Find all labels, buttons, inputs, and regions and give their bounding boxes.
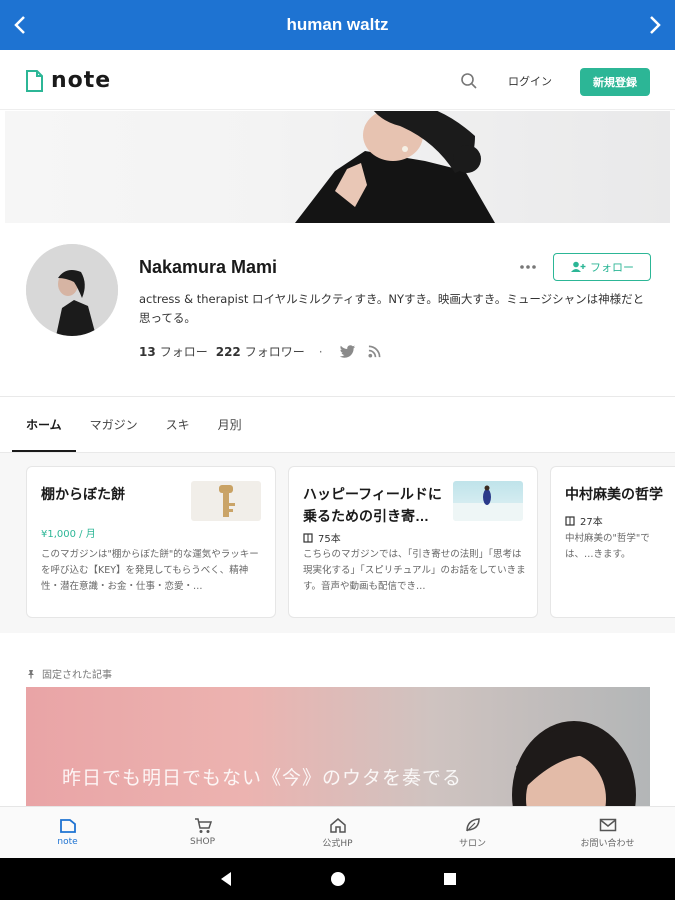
magazine-thumbnail	[191, 481, 261, 521]
system-home-button[interactable]	[282, 871, 394, 887]
tab-home[interactable]: ホーム	[12, 400, 76, 452]
leaf-icon	[465, 817, 480, 831]
back-triangle-icon	[220, 872, 231, 886]
nav-official-hp[interactable]: 公式HP	[270, 807, 405, 858]
magazine-count-text: 75本	[318, 534, 341, 545]
book-icon	[565, 515, 575, 526]
nav-note[interactable]: note	[0, 807, 135, 858]
separator-dot: ·	[318, 344, 323, 359]
beach-image	[453, 485, 523, 521]
rss-link[interactable]	[368, 345, 381, 358]
twitter-icon	[339, 344, 355, 358]
pinned-article-image[interactable]: 昨日でも明日でもない《今》のウタを奏でる	[26, 687, 650, 807]
magazine-card[interactable]: ハッピーフィールドに乗るための引き寄… 75本 こちらのマガジンでは、「引き寄せ…	[288, 466, 538, 618]
forward-button[interactable]	[635, 0, 675, 50]
nav-salon[interactable]: サロン	[405, 807, 540, 858]
note-icon	[59, 819, 76, 833]
follow-count[interactable]: 13	[139, 345, 156, 359]
site-header: note ログイン 新規登録	[0, 50, 675, 110]
home-icon	[329, 817, 346, 833]
recents-square-icon	[443, 873, 456, 885]
system-recents-button[interactable]	[394, 872, 506, 886]
nav-official-hp-label: 公式HP	[322, 838, 353, 849]
mail-icon	[599, 818, 616, 831]
nav-salon-label: サロン	[458, 838, 486, 849]
chevron-left-icon	[14, 16, 25, 34]
note-logo[interactable]: note	[25, 68, 111, 93]
search-icon	[461, 73, 477, 89]
magazine-title: 中村麻美の哲学	[565, 486, 663, 502]
magazine-title: 棚からぼた餅	[41, 486, 125, 502]
profile-stats: 13 フォロー 222 フォロワー ·	[139, 343, 381, 360]
avatar[interactable]	[26, 244, 118, 336]
signup-button[interactable]: 新規登録	[580, 68, 650, 96]
profile-bio: actress & therapist ロイヤルミルクティすき。NYすき。映画大…	[139, 292, 645, 325]
app-bar: human waltz	[0, 0, 675, 50]
back-button[interactable]	[0, 0, 40, 50]
note-logo-icon	[26, 69, 43, 92]
nav-shop-label: SHOP	[190, 837, 215, 847]
bottom-navigation: note SHOP 公式HP サロン お問い合わせ	[0, 806, 675, 858]
magazine-article-count: 75本	[303, 530, 341, 545]
rss-icon	[368, 345, 381, 358]
tab-likes[interactable]: スキ	[152, 400, 204, 452]
follower-count[interactable]: 222	[216, 345, 241, 359]
magazine-title: ハッピーフィールドに乗るための引き寄…	[303, 486, 442, 524]
section-divider	[0, 396, 675, 397]
follow-label[interactable]: フォロー	[160, 343, 208, 360]
nav-contact[interactable]: お問い合わせ	[540, 807, 675, 858]
tab-monthly[interactable]: 月別	[204, 400, 256, 452]
magazine-article-count: 27本	[565, 513, 603, 528]
magazine-carousel[interactable]: 棚からぼた餅 ¥1,000 / 月 このマガジンは"棚からぼた餅"的な運気やラッ…	[0, 453, 675, 633]
magazine-count-text: 27本	[580, 517, 603, 528]
magazine-card[interactable]: 中村麻美の哲学 27本 中村麻美の"哲学"では、…きます。	[550, 466, 675, 618]
nav-note-label: note	[57, 837, 78, 847]
key-image	[219, 485, 235, 517]
magazine-card[interactable]: 棚からぼた餅 ¥1,000 / 月 このマガジンは"棚からぼた餅"的な運気やラッ…	[26, 466, 276, 618]
pinned-label-text: 固定された記事	[42, 670, 112, 681]
cart-icon	[194, 818, 212, 833]
chevron-right-icon	[650, 16, 661, 34]
system-navigation-bar	[0, 858, 675, 900]
book-icon	[303, 532, 313, 543]
logo-text: note	[51, 68, 112, 93]
magazine-price: ¥1,000 / 月	[41, 529, 96, 540]
more-options-button[interactable]	[519, 258, 537, 274]
add-person-icon	[571, 261, 586, 272]
pin-icon	[28, 669, 34, 678]
avatar-photo	[26, 244, 118, 336]
login-link[interactable]: ログイン	[508, 73, 552, 89]
follow-button[interactable]: フォロー	[553, 253, 651, 281]
home-circle-icon	[330, 872, 345, 886]
more-dots-icon	[520, 265, 536, 269]
tab-magazine[interactable]: マガジン	[76, 400, 152, 452]
search-button[interactable]	[460, 72, 480, 92]
profile-name: Nakamura Mami	[139, 257, 278, 277]
banner-photo	[295, 111, 495, 223]
app-title: human waltz	[286, 15, 389, 34]
pinned-label: 固定された記事	[26, 666, 112, 681]
system-back-button[interactable]	[170, 871, 282, 887]
nav-contact-label: お問い合わせ	[580, 838, 635, 849]
twitter-link[interactable]	[339, 344, 356, 359]
magazine-description: 中村麻美の"哲学"では、…きます。	[565, 533, 650, 560]
profile-tabs: ホーム マガジン スキ 月別	[12, 400, 256, 452]
pinned-caption: 昨日でも明日でもない《今》のウタを奏でる	[62, 767, 463, 789]
nav-shop[interactable]: SHOP	[135, 807, 270, 858]
magazine-thumbnail	[453, 481, 523, 521]
follower-label[interactable]: フォロワー	[245, 343, 305, 360]
profile-banner	[5, 111, 670, 223]
follow-button-label: フォロー	[590, 261, 634, 274]
magazine-description: こちらのマガジンでは、「引き寄せの法則」「思考は現実化する」「スピリチュアル」の…	[303, 549, 526, 592]
magazine-description: このマガジンは"棚からぼた餅"的な運気やラッキーを呼び込む【KEY】を発見しても…	[41, 549, 259, 592]
